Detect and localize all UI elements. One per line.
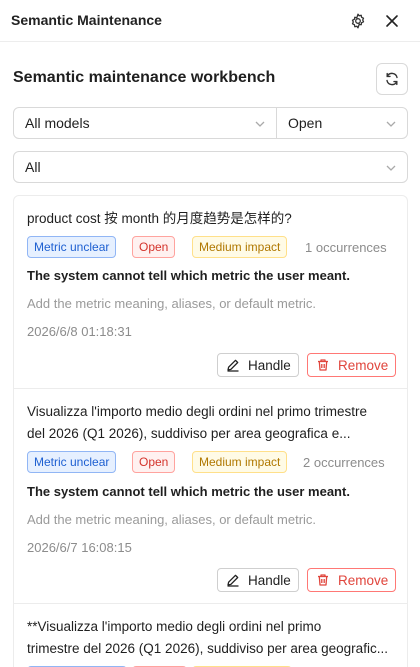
- list-item: **Visualizza l'importo medio degli ordin…: [14, 604, 407, 667]
- occurrence-count: 2 occurrences: [303, 455, 385, 470]
- handle-button-label: Handle: [248, 572, 291, 588]
- handle-button-label: Handle: [248, 357, 291, 373]
- trash-icon: [318, 359, 328, 371]
- chevron-down-icon: [386, 121, 396, 127]
- question-line: Visualizza l'importo medio degli ordini …: [27, 404, 367, 419]
- type-tag: Metric unclear: [27, 451, 117, 473]
- remove-button-label: Remove: [338, 357, 389, 373]
- list-item: Visualizza l'importo medio degli ordini …: [14, 389, 407, 604]
- question-line: del 2026 (Q1 2026), suddiviso per area g…: [27, 426, 351, 441]
- question-line: **Visualizza l'importo medio degli ordin…: [27, 619, 322, 634]
- remove-button[interactable]: Remove: [307, 353, 396, 377]
- workbench-title: Semantic maintenance workbench: [13, 69, 276, 86]
- question-text: **Visualizza l'importo medio degli ordin…: [27, 616, 397, 660]
- status-tag: Open: [132, 236, 176, 258]
- chevron-down-icon: [386, 165, 396, 171]
- remove-button[interactable]: Remove: [307, 568, 396, 592]
- issue-hint: Add the metric meaning, aliases, or defa…: [27, 296, 317, 311]
- settings-gear-icon[interactable]: [347, 10, 369, 32]
- trash-icon: [318, 574, 328, 586]
- question-line: trimestre del 2026 (Q1 2026), suddiviso …: [27, 641, 388, 656]
- model-select-value: All models: [25, 115, 90, 131]
- impact-tag: Medium impact: [192, 451, 288, 473]
- handle-button[interactable]: Handle: [217, 568, 299, 592]
- refresh-button[interactable]: [376, 63, 408, 95]
- issue-list: product cost 按 month 的月度趋势是怎样的? Metric u…: [13, 195, 408, 667]
- refresh-icon: [386, 72, 398, 86]
- occurrence-count: 1 occurrences: [305, 240, 387, 255]
- issue-hint: Add the metric meaning, aliases, or defa…: [27, 512, 317, 527]
- panel-title: Semantic Maintenance: [11, 12, 162, 28]
- panel-header: Semantic Maintenance: [0, 0, 420, 42]
- question-text: product cost 按 month 的月度趋势是怎样的?: [27, 211, 292, 226]
- timestamp: 2026/6/8 01:18:31: [27, 324, 132, 339]
- timestamp: 2026/6/7 16:08:15: [27, 540, 132, 555]
- status-select-value: Open: [288, 115, 323, 131]
- remove-button-label: Remove: [338, 572, 389, 588]
- edit-icon: [227, 574, 239, 587]
- type-tag: Metric unclear: [27, 236, 117, 258]
- list-item: product cost 按 month 的月度趋势是怎样的? Metric u…: [14, 196, 407, 389]
- handle-button[interactable]: Handle: [217, 353, 299, 377]
- issue-summary: The system cannot tell which metric the …: [27, 484, 350, 499]
- model-select[interactable]: All models: [13, 107, 277, 139]
- close-icon[interactable]: [381, 10, 403, 32]
- status-select[interactable]: Open: [276, 107, 408, 139]
- category-select-value: All: [25, 159, 41, 175]
- question-text: Visualizza l'importo medio degli ordini …: [27, 401, 397, 445]
- category-select[interactable]: All: [13, 151, 408, 183]
- status-tag: Open: [132, 451, 176, 473]
- edit-icon: [227, 359, 239, 372]
- issue-summary: The system cannot tell which metric the …: [27, 268, 350, 283]
- chevron-down-icon: [255, 121, 265, 127]
- impact-tag: Medium impact: [192, 236, 288, 258]
